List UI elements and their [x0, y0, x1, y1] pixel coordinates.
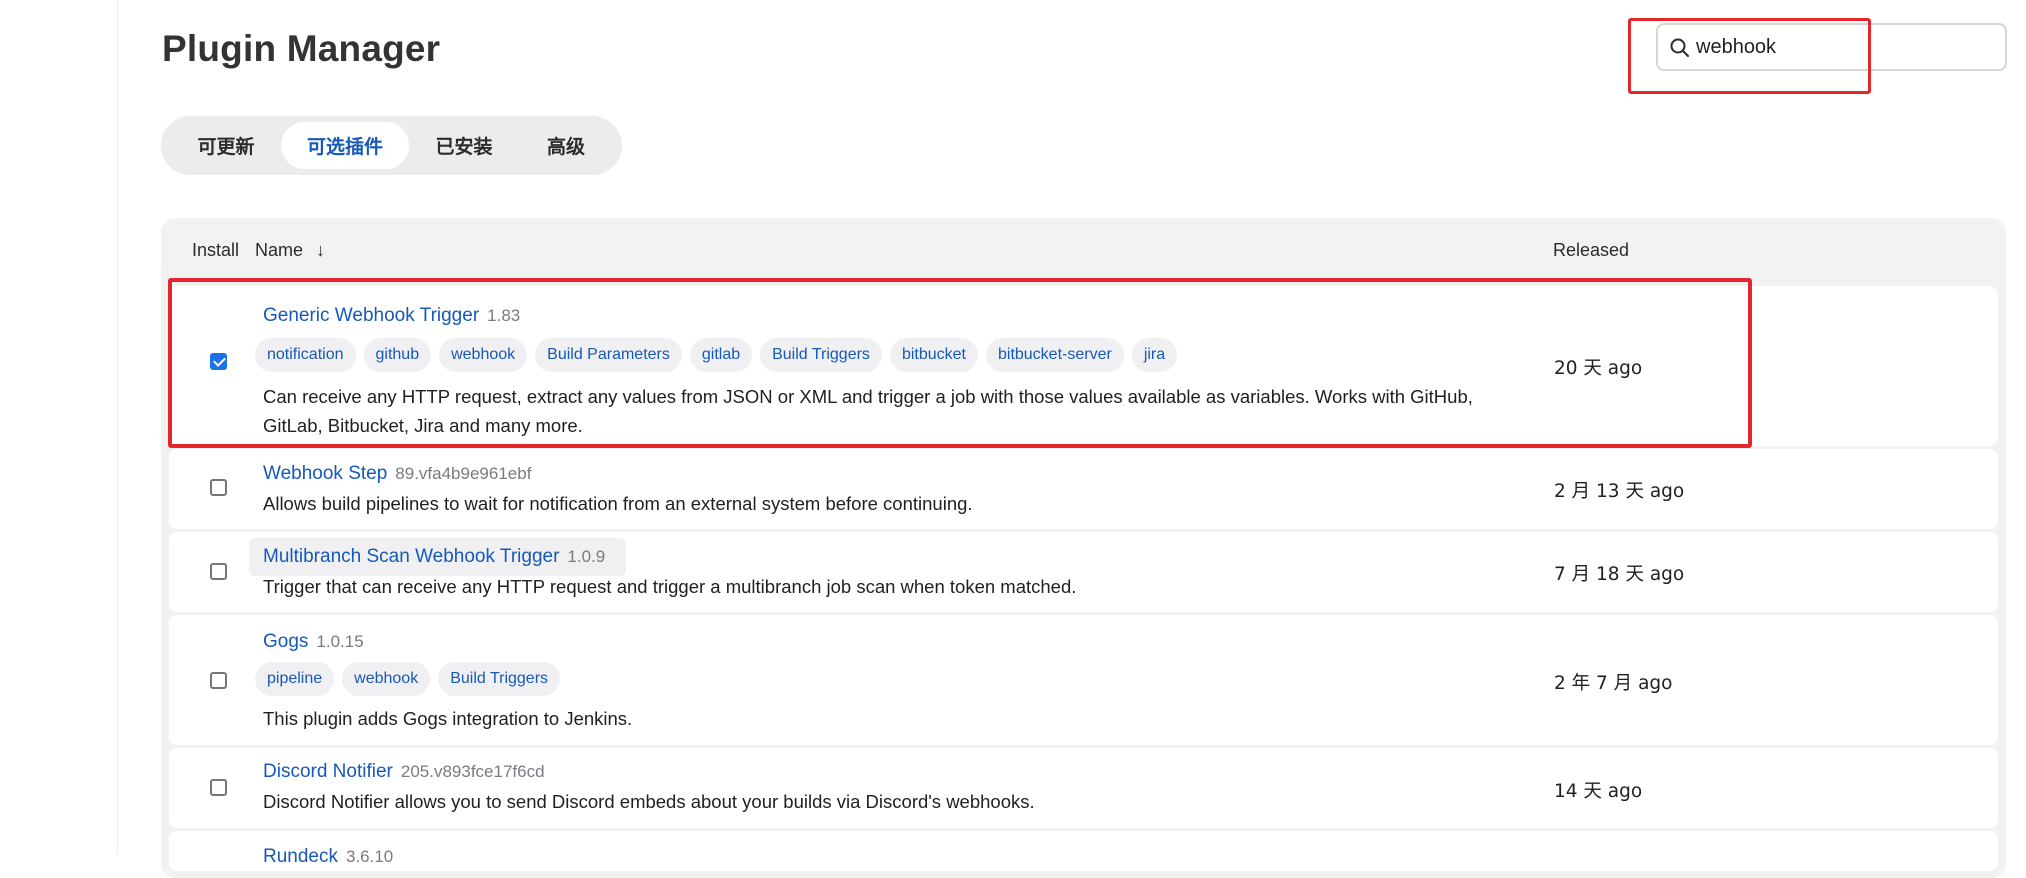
page-title: Plugin Manager	[162, 28, 441, 69]
plugin-version: 1.0.15	[316, 632, 364, 651]
tag[interactable]: pipeline	[255, 662, 335, 696]
install-checkbox[interactable]	[210, 563, 227, 580]
install-checkbox[interactable]	[210, 479, 227, 496]
tab-updates[interactable]: 可更新	[171, 122, 281, 169]
search-icon	[1670, 38, 1689, 57]
plugin-version: 89.vfa4b9e961ebf	[395, 464, 532, 483]
plugin-name[interactable]: Gogs 1.0.15	[263, 631, 364, 653]
tag[interactable]: jira	[1131, 338, 1178, 372]
install-checkbox[interactable]	[210, 353, 227, 370]
header-name-label: Name	[255, 240, 304, 260]
tag[interactable]: Build Triggers	[760, 338, 882, 372]
tag-list: notification github webhook Build Parame…	[255, 338, 1178, 372]
plugin-name[interactable]: Rundeck 3.6.10	[263, 846, 393, 868]
released-value: 7 月 18 天 ago	[1554, 564, 1685, 585]
plugin-name[interactable]: Generic Webhook Trigger 1.83	[263, 305, 520, 327]
plugin-version: 1.0.9	[567, 547, 606, 566]
plugin-version: 1.83	[487, 306, 521, 325]
sort-arrow-icon: ↓	[316, 240, 326, 260]
plugin-description: Allows build pipelines to wait for notif…	[263, 493, 973, 514]
install-checkbox[interactable]	[210, 672, 227, 689]
table-row: Webhook Step 89.vfa4b9e961ebf Allows buil…	[169, 449, 1998, 529]
left-gutter	[0, 0, 118, 854]
table-row: Multibranch Scan Webhook Trigger 1.0.9 Tr…	[169, 532, 1998, 612]
plugin-name[interactable]: Discord Notifier 205.v893fce17f6cd	[263, 761, 545, 783]
table-row: Rundeck 3.6.10	[169, 831, 1998, 871]
released-value: 20 天 ago	[1554, 358, 1643, 379]
header-released: Released	[1553, 240, 1630, 260]
plugin-tabs: 可更新 可选插件 已安装 高级	[161, 116, 622, 175]
table-row: Gogs 1.0.15 pipeline webhook Build Trigge…	[169, 615, 1998, 745]
plugin-description: Can receive any HTTP request, extract an…	[263, 386, 1473, 436]
tab-advanced[interactable]: 高级	[521, 122, 611, 169]
header-install: Install	[192, 240, 240, 260]
plugins-table: Install Name ↓ Released Generic Webhook …	[161, 218, 2006, 878]
plugin-description: Discord Notifier allows you to send Disc…	[263, 791, 1035, 812]
header-name[interactable]: Name ↓	[255, 240, 325, 261]
plugin-version: 205.v893fce17f6cd	[400, 762, 545, 781]
plugin-version: 3.6.10	[346, 847, 394, 866]
tag[interactable]: Build Parameters	[535, 338, 682, 372]
tag[interactable]: bitbucket-server	[985, 338, 1124, 372]
released-value: 2 年 7 月 ago	[1554, 673, 1673, 694]
tag[interactable]: webhook	[342, 662, 431, 696]
released-value: 14 天 ago	[1554, 781, 1643, 802]
tag[interactable]: notification	[255, 338, 356, 372]
plugin-name[interactable]: Multibranch Scan Webhook Trigger 1.0.9	[263, 546, 605, 568]
plugin-description: Trigger that can receive any HTTP reques…	[263, 576, 1077, 597]
released-value: 2 月 13 天 ago	[1554, 481, 1685, 502]
table-row: Generic Webhook Trigger 1.83 notification…	[169, 286, 1998, 446]
tab-available[interactable]: 可选插件	[281, 122, 409, 169]
table-row: Discord Notifier 205.v893fce17f6cd Discor…	[169, 748, 1998, 828]
tag[interactable]: gitlab	[689, 338, 753, 372]
tag[interactable]: bitbucket	[889, 338, 978, 372]
tag[interactable]: webhook	[439, 338, 528, 372]
tag-list: pipeline webhook Build Triggers	[255, 662, 561, 696]
tag[interactable]: github	[363, 338, 432, 372]
search-input[interactable]	[1696, 31, 1996, 63]
tab-installed[interactable]: 已安装	[411, 122, 517, 169]
search-box[interactable]	[1656, 23, 2007, 71]
tag[interactable]: Build Triggers	[438, 662, 561, 696]
plugin-name[interactable]: Webhook Step 89.vfa4b9e961ebf	[263, 463, 531, 485]
plugin-description: This plugin adds Gogs integration to Jen…	[263, 708, 633, 729]
install-checkbox[interactable]	[210, 779, 227, 796]
